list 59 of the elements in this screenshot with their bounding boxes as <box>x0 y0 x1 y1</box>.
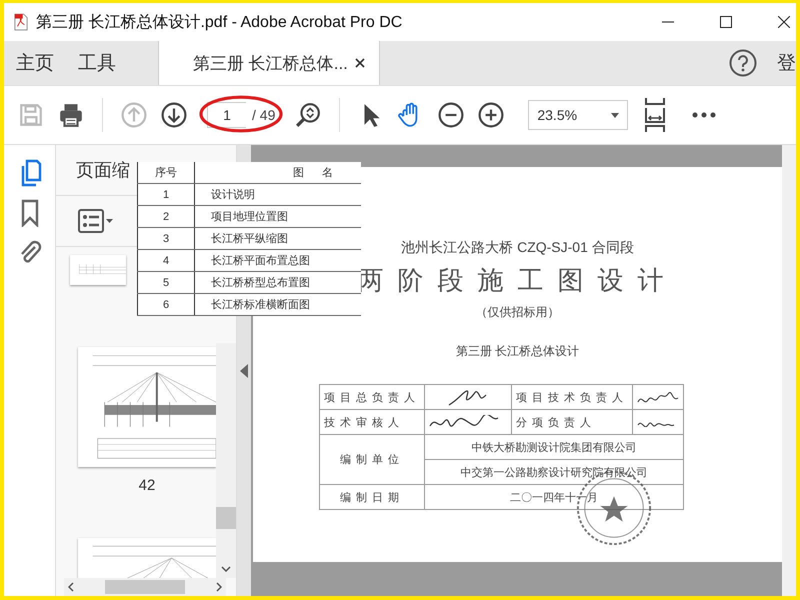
table-cell: 1 <box>138 184 194 206</box>
panel-title: 页面缩 <box>76 159 130 182</box>
table-cell: 中铁大桥勘测设计院集团有限公司 <box>424 434 684 460</box>
signature-drawing <box>637 391 679 403</box>
table-cell: 编制日期 <box>320 484 424 510</box>
table-cell: 项目总负责人 <box>320 384 424 410</box>
chevron-right-icon[interactable] <box>216 582 222 592</box>
page-thumbnail[interactable] <box>78 538 216 578</box>
chevron-left-icon[interactable] <box>68 582 74 592</box>
signature-drawing <box>448 388 488 406</box>
zoom-out-icon[interactable] <box>438 102 464 128</box>
horizontal-scrollbar[interactable] <box>64 578 226 596</box>
help-icon[interactable] <box>729 49 757 77</box>
zoom-search-icon[interactable] <box>295 102 322 128</box>
thumbnail-scrollbar[interactable] <box>216 343 236 578</box>
document-scrollbar[interactable] <box>782 145 796 596</box>
column-header: 图名 <box>194 162 361 184</box>
table-cell: 分项负责人 <box>512 410 632 434</box>
table-cell: 2 <box>138 206 194 228</box>
close-tab-icon[interactable] <box>355 58 365 68</box>
table-cell: 编制单位 <box>320 434 424 484</box>
table-cell: 4 <box>138 250 194 272</box>
zoom-in-icon[interactable] <box>478 102 504 128</box>
table-cell: 长江桥标准横断面图 <box>194 294 361 316</box>
scrollbar-thumb[interactable] <box>216 507 236 529</box>
tab[interactable]: 第三册 长江桥总体... <box>158 41 380 85</box>
table-cell: 技术审核人 <box>320 410 424 434</box>
volume-title: 第三册 长江桥总体设计 <box>456 343 580 360</box>
tab[interactable]: 工具 <box>66 41 128 85</box>
more-icon[interactable] <box>692 112 716 118</box>
table-cell: 项目地理位置图 <box>194 206 361 228</box>
table-cell: 长江桥平纵缩图 <box>194 228 361 250</box>
table-cell: 中交第一公路勘察设计研究院有限公司 <box>424 460 684 484</box>
table-cell: 3 <box>138 228 194 250</box>
options-icon[interactable] <box>78 209 114 233</box>
table-cell: 6 <box>138 294 194 316</box>
thumbnail-page-number: 42 <box>138 477 156 494</box>
document-subtitle: 池州长江公路大桥 CZQ-SJ-01 合同段 <box>401 239 634 257</box>
page-number-field[interactable]: 1 <box>207 102 246 128</box>
page-thumbnail[interactable] <box>70 255 126 285</box>
collapse-panel-icon[interactable] <box>240 364 248 378</box>
table-cell: 设计说明 <box>194 184 361 206</box>
page-thumbnail[interactable] <box>78 347 216 467</box>
table-cell: 长江桥平面布置总图 <box>194 250 361 272</box>
next-page-icon[interactable] <box>161 102 187 128</box>
chevron-down-icon[interactable] <box>221 566 231 572</box>
column-header: 序号 <box>138 162 194 184</box>
sign-in-link[interactable]: 登 <box>777 50 796 76</box>
tab[interactable]: 主页 <box>4 41 66 85</box>
pdf-file-icon <box>14 13 28 31</box>
scrollbar-thumb[interactable] <box>105 580 185 594</box>
window-title: 第三册 长江桥总体设计.pdf - Adobe Acrobat Pro DC <box>36 12 402 32</box>
table-cell: 项目技术负责人 <box>512 384 632 410</box>
zoom-dropdown[interactable]: 23.5% <box>528 100 628 130</box>
table-cell: 长江桥桥型总布置图 <box>194 272 361 294</box>
document-note: （仅供招标用） <box>476 304 560 321</box>
print-icon[interactable] <box>58 102 84 128</box>
table-cell: 5 <box>138 272 194 294</box>
page-count: / 49 <box>252 107 276 123</box>
